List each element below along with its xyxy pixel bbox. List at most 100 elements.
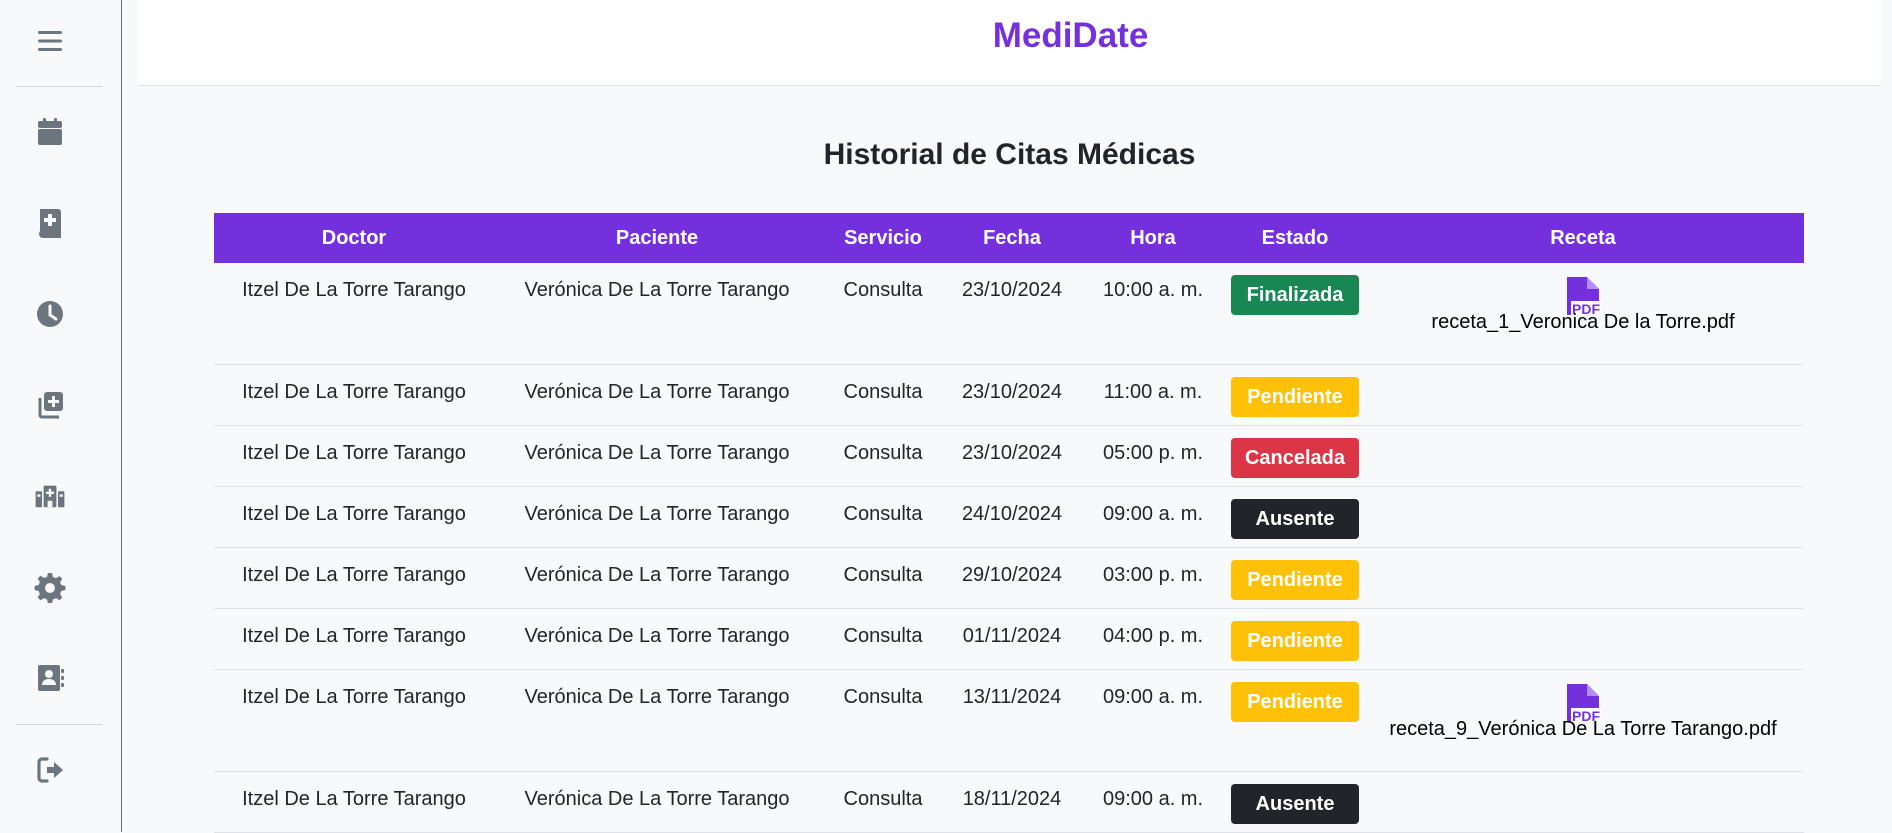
cell-estado: Pendiente [1228, 670, 1362, 771]
cell-estado: Pendiente [1228, 365, 1362, 425]
cell-hora: 05:00 p. m. [1102, 442, 1204, 464]
cell-receta [1362, 609, 1804, 669]
sidebar-item-settings[interactable] [20, 557, 80, 617]
appointments-table: Doctor Paciente Servicio Fecha Hora Esta… [214, 213, 1804, 833]
cell-fecha: 24/10/2024 [961, 503, 1063, 525]
table-row: Itzel De La Torre Tarango Verónica De La … [214, 365, 1804, 426]
hospital-icon [35, 485, 65, 508]
cell-hora: 11:00 a. m. [1103, 381, 1203, 403]
sidebar-item-new-appointment[interactable] [20, 193, 80, 253]
cell-receta [1362, 772, 1804, 832]
sidebar-item-clinics[interactable] [20, 466, 80, 526]
cell-receta [1362, 487, 1804, 547]
table-row: Itzel De La Torre Tarango Verónica De La … [214, 487, 1804, 548]
cell-fecha: 23/10/2024 [961, 279, 1063, 301]
prescription-link[interactable]: PDF receta_1_Veronica De la Torre.pdf [1362, 275, 1804, 334]
status-badge: Pendiente [1231, 377, 1359, 417]
cell-servicio: Consulta [843, 279, 923, 301]
table-row: Itzel De La Torre Tarango Verónica De La … [214, 548, 1804, 609]
status-badge: Finalizada [1231, 275, 1359, 315]
status-badge: Ausente [1231, 499, 1359, 539]
col-header-doctor: Doctor [321, 226, 387, 249]
page-title: Historial de Citas Médicas [823, 138, 1196, 171]
cell-paciente: Verónica De La Torre Tarango [524, 788, 790, 810]
cell-estado: Cancelada [1228, 426, 1362, 486]
cell-doctor: Itzel De La Torre Tarango [242, 503, 466, 525]
status-badge: Pendiente [1231, 682, 1359, 722]
cell-fecha: 01/11/2024 [962, 625, 1062, 647]
cell-doctor: Itzel De La Torre Tarango [242, 625, 466, 647]
cell-estado: Finalizada [1228, 263, 1362, 364]
cell-fecha: 18/11/2024 [962, 788, 1062, 810]
cell-paciente: Verónica De La Torre Tarango [524, 625, 790, 647]
cell-doctor: Itzel De La Torre Tarango [242, 381, 466, 403]
sidebar [0, 0, 122, 832]
cell-paciente: Verónica De La Torre Tarango [524, 686, 790, 708]
menu-button[interactable] [20, 11, 80, 71]
cell-fecha: 23/10/2024 [961, 442, 1063, 464]
cell-doctor: Itzel De La Torre Tarango [242, 686, 466, 708]
contact-card-icon [38, 665, 64, 691]
sidebar-item-history[interactable] [20, 284, 80, 344]
medical-book-icon [39, 209, 61, 238]
cell-servicio: Consulta [843, 686, 923, 708]
gear-icon [34, 573, 66, 603]
sidebar-item-add-service[interactable] [20, 375, 80, 435]
prescription-filename[interactable]: receta_9_Verónica De La Torre Tarango.pd… [1389, 718, 1776, 741]
cell-paciente: Verónica De La Torre Tarango [524, 381, 790, 403]
status-badge: Cancelada [1231, 438, 1359, 478]
cell-paciente: Verónica De La Torre Tarango [524, 279, 790, 301]
sidebar-item-calendar[interactable] [20, 102, 80, 162]
cell-hora: 04:00 p. m. [1102, 625, 1204, 647]
col-header-receta: Receta [1550, 226, 1616, 249]
table-row: Itzel De La Torre Tarango Verónica De La … [214, 772, 1804, 833]
calendar-icon [38, 118, 62, 145]
cell-hora: 09:00 a. m. [1102, 686, 1204, 708]
cell-hora: 10:00 a. m. [1102, 279, 1204, 301]
table-row: Itzel De La Torre Tarango Verónica De La … [214, 263, 1804, 365]
status-badge: Ausente [1231, 784, 1359, 824]
cell-receta: PDF receta_9_Verónica De La Torre Tarango… [1362, 670, 1804, 771]
cell-paciente: Verónica De La Torre Tarango [524, 564, 790, 586]
cell-servicio: Consulta [843, 564, 923, 586]
col-header-estado: Estado [1261, 226, 1329, 249]
cell-receta [1362, 548, 1804, 608]
cell-servicio: Consulta [843, 503, 923, 525]
cell-receta [1362, 365, 1804, 425]
cell-fecha: 23/10/2024 [961, 381, 1063, 403]
logout-button[interactable] [20, 740, 80, 800]
cell-estado: Pendiente [1228, 548, 1362, 608]
logout-icon [37, 757, 63, 783]
col-header-paciente: Paciente [615, 226, 699, 249]
cell-estado: Ausente [1228, 772, 1362, 832]
cell-paciente: Verónica De La Torre Tarango [524, 503, 790, 525]
table-header: Doctor Paciente Servicio Fecha Hora Esta… [214, 213, 1804, 263]
table-body: Itzel De La Torre Tarango Verónica De La … [214, 263, 1804, 833]
cell-servicio: Consulta [843, 442, 923, 464]
top-header: MediDate [138, 0, 1881, 86]
cell-receta: PDF receta_1_Veronica De la Torre.pdf [1362, 263, 1804, 364]
prescription-filename[interactable]: receta_1_Veronica De la Torre.pdf [1431, 311, 1734, 334]
cell-servicio: Consulta [843, 381, 923, 403]
prescription-link[interactable]: PDF receta_9_Verónica De La Torre Tarango… [1362, 682, 1804, 741]
sidebar-divider [16, 724, 102, 725]
cell-receta [1362, 426, 1804, 486]
sidebar-item-contacts[interactable] [20, 648, 80, 708]
cell-estado: Ausente [1228, 487, 1362, 547]
table-row: Itzel De La Torre Tarango Verónica De La … [214, 609, 1804, 670]
status-badge: Pendiente [1231, 621, 1359, 661]
col-header-hora: Hora [1130, 226, 1176, 249]
cell-hora: 03:00 p. m. [1102, 564, 1204, 586]
col-header-fecha: Fecha [983, 226, 1041, 249]
cell-servicio: Consulta [843, 788, 923, 810]
table-row: Itzel De La Torre Tarango Verónica De La … [214, 426, 1804, 487]
cell-hora: 09:00 a. m. [1102, 788, 1204, 810]
add-copy-icon [38, 392, 63, 419]
col-header-servicio: Servicio [844, 226, 922, 249]
table-row: Itzel De La Torre Tarango Verónica De La … [214, 670, 1804, 772]
cell-doctor: Itzel De La Torre Tarango [242, 564, 466, 586]
cell-servicio: Consulta [843, 625, 923, 647]
brand-logo[interactable]: MediDate [993, 16, 1149, 56]
cell-hora: 09:00 a. m. [1102, 503, 1204, 525]
cell-doctor: Itzel De La Torre Tarango [242, 788, 466, 810]
